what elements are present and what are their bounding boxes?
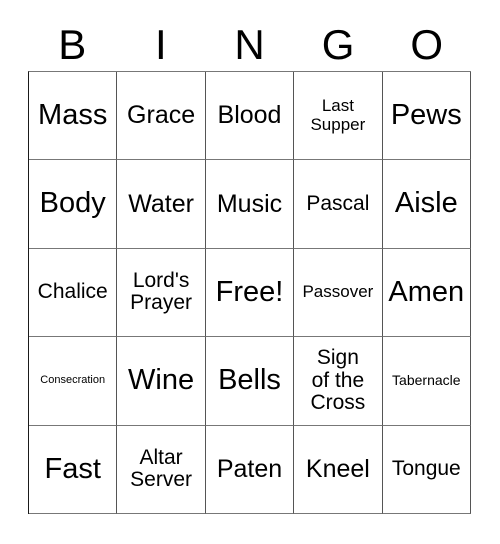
bingo-cell[interactable]: Paten [205,425,295,514]
bingo-header: BINGO [28,18,471,71]
bingo-cell-label: Aisle [394,187,458,220]
bingo-cell-label: Pascal [306,191,370,215]
bingo-cell-label: Mass [38,99,108,132]
bingo-cell[interactable]: Pews [382,72,471,161]
bingo-cell[interactable]: Wine [117,337,206,426]
bingo-cell[interactable]: Sign of the Cross [294,337,383,426]
bingo-cell[interactable]: Altar Server [117,425,206,514]
bingo-cell[interactable]: Pascal [294,160,383,249]
bingo-cell-label: Free! [215,275,284,308]
bingo-cell-label: Bells [218,364,281,397]
bingo-header-letter-n: N [234,20,265,68]
bingo-free-space-cell[interactable]: Free! [205,248,295,338]
bingo-cell-label: Paten [216,454,283,483]
bingo-cell[interactable]: Last Supper [294,72,383,161]
bingo-cell[interactable]: Tongue [382,425,471,514]
bingo-cell[interactable]: Grace [117,72,206,161]
bingo-cell-label: Fast [44,452,101,485]
bingo-cell-label: Lord's Prayer [130,268,193,315]
bingo-cell[interactable]: Bells [205,337,295,426]
bingo-cell-label: Chalice [37,280,108,304]
bingo-cell-label: Body [39,187,106,220]
bingo-cell-label: Tongue [391,456,461,480]
bingo-card: B I N G O Mass Grace Blood Last Supper Pews Body W… [0,0,500,544]
bingo-cell[interactable]: Tabernacle [382,337,471,426]
bingo-cell-label: Amen [388,275,465,308]
bingo-cell[interactable]: Fast [29,425,118,514]
bingo-cell-label: Water [128,189,194,218]
bingo-cell-label: Grace [127,101,196,130]
bingo-cell[interactable]: Blood [205,72,295,161]
bingo-cell[interactable]: Chalice [29,248,118,338]
bingo-cell[interactable]: Consecration [29,337,118,426]
bingo-header-letter-i: I [155,20,167,68]
bingo-cell[interactable]: Body [29,160,118,249]
bingo-cell-label: Music [216,189,283,218]
bingo-cell-label: Tabernacle [392,372,461,389]
bingo-header-letter-o: O [410,20,443,68]
bingo-cell-label: Pews [390,99,462,132]
bingo-grid: Mass Grace Blood Last Supper Pews Body Water Mu… [28,71,471,514]
bingo-cell[interactable]: Passover [294,248,383,338]
bingo-cell[interactable]: Music [205,160,295,249]
bingo-cell[interactable]: Lord's Prayer [117,248,206,338]
bingo-cell-label: Blood [217,101,282,130]
bingo-cell-label: Kneel [305,454,370,483]
bingo-cell[interactable]: Amen [382,248,471,338]
bingo-cell-label: Consecration [40,373,106,386]
bingo-header-letter-g: G [321,20,355,68]
bingo-cell-label: Last Supper [310,96,366,134]
bingo-cell-label: Sign of the Cross [310,345,366,415]
bingo-cell-label: Passover [302,282,374,302]
bingo-header-letter-b: B [58,20,87,68]
bingo-cell[interactable]: Kneel [294,425,383,514]
bingo-cell-label: Wine [128,364,195,397]
bingo-cell-label: Altar Server [130,445,193,492]
bingo-cell[interactable]: Aisle [382,160,471,249]
bingo-cell[interactable]: Mass [29,72,118,161]
bingo-cell[interactable]: Water [117,160,206,249]
